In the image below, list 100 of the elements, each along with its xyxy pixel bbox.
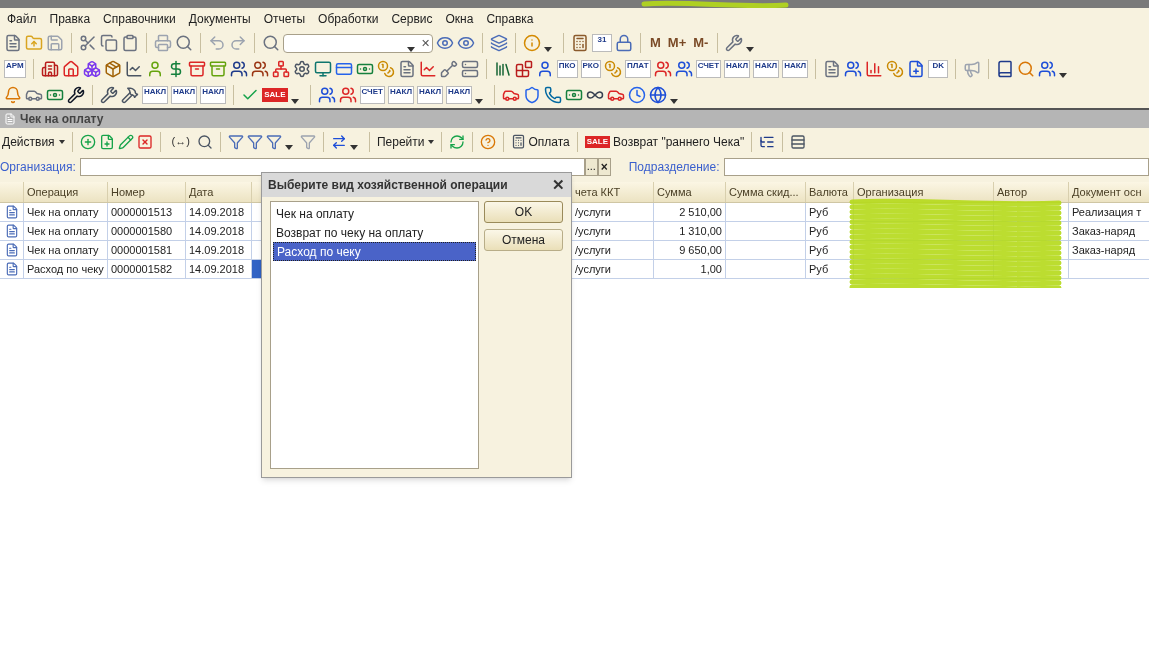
ok-button[interactable]: OK <box>484 201 563 223</box>
tool-icon[interactable] <box>67 86 85 104</box>
scissors-icon[interactable] <box>79 34 97 52</box>
hammer-icon[interactable] <box>121 86 139 104</box>
people-icon[interactable] <box>338 86 357 104</box>
list-item[interactable]: Чек на оплату <box>273 204 476 223</box>
return-button[interactable]: SALE Возврат "раннего Чека" <box>584 132 745 151</box>
house-icon[interactable] <box>61 60 80 78</box>
search-icon[interactable] <box>175 34 193 52</box>
caret-icon[interactable] <box>544 46 552 52</box>
pencil-icon[interactable] <box>117 133 134 150</box>
sale-button[interactable]: SALE <box>262 88 288 102</box>
shield-icon[interactable] <box>523 86 542 104</box>
add-icon[interactable] <box>79 133 96 150</box>
document-icon[interactable] <box>397 60 416 78</box>
toolbar-button[interactable]: НАКЛ <box>142 86 169 104</box>
menu-item[interactable]: Обработки <box>318 10 379 28</box>
menu-item[interactable]: Документы <box>188 10 251 28</box>
menu-button[interactable]: Перейти <box>376 132 435 151</box>
cancel-button[interactable]: Отмена <box>484 229 563 251</box>
coins-icon[interactable] <box>376 60 395 78</box>
caret-icon[interactable] <box>349 145 358 150</box>
close-button[interactable]: ✕ <box>552 173 565 197</box>
column-header[interactable]: Валюта <box>809 183 848 201</box>
building-icon[interactable] <box>40 60 59 78</box>
save-icon[interactable] <box>46 34 64 52</box>
toolbar-button[interactable]: M- <box>691 33 711 53</box>
list-item[interactable]: Расход по чеку <box>273 242 476 261</box>
toolbar-button[interactable]: ПКО <box>556 60 578 78</box>
clock-icon[interactable] <box>628 86 647 104</box>
filter-icon[interactable] <box>246 133 263 150</box>
copy-icon[interactable] <box>100 34 118 52</box>
books-icon[interactable] <box>493 60 512 78</box>
menu-item[interactable]: Сервис <box>391 10 433 28</box>
toolbar-button[interactable]: НАКЛ <box>387 86 414 104</box>
list-item[interactable]: Возврат по чеку на оплату <box>273 223 476 242</box>
menu-item[interactable]: Окна <box>445 10 474 28</box>
toolbar-button[interactable]: 31 <box>592 34 612 52</box>
column-header[interactable]: Сумма скид... <box>729 183 799 201</box>
menu-item[interactable]: Отчеты <box>263 10 306 28</box>
clear-icon[interactable]: ✕ <box>419 34 432 52</box>
delete-icon[interactable] <box>136 133 153 150</box>
column-header[interactable]: Дата <box>189 183 214 201</box>
menu-item[interactable]: Справочники <box>103 10 176 28</box>
toolbar-button[interactable]: (↔) <box>167 133 194 150</box>
toolbar-button[interactable]: АРМ <box>4 60 26 78</box>
toolbar-button[interactable]: M+ <box>665 33 689 53</box>
printer-icon[interactable] <box>154 34 172 52</box>
people-icon[interactable] <box>317 86 336 104</box>
menu-item[interactable]: Справка <box>486 10 534 28</box>
column-header[interactable]: чета ККТ <box>575 183 621 201</box>
document-icon[interactable] <box>823 60 842 78</box>
people-icon[interactable] <box>229 60 248 78</box>
help-icon[interactable] <box>480 133 497 150</box>
megaphone-icon[interactable] <box>963 60 982 78</box>
menu-item[interactable]: Правка <box>49 10 91 28</box>
redo-icon[interactable] <box>229 34 247 52</box>
bell-icon[interactable] <box>4 86 22 104</box>
caret-icon[interactable] <box>407 46 415 52</box>
gear-icon[interactable] <box>292 60 311 78</box>
toolbar-button[interactable]: НАКЛ <box>782 60 809 78</box>
column-header[interactable]: Документ осн <box>1072 183 1142 201</box>
caret-icon[interactable] <box>746 46 755 52</box>
filter-icon[interactable] <box>227 133 244 150</box>
chart-icon[interactable] <box>124 60 143 78</box>
toolbar-button[interactable]: НАКЛ <box>417 86 444 104</box>
column-header[interactable]: Автор <box>997 183 1028 201</box>
search-field[interactable]: ✕ <box>283 33 433 53</box>
drawer-icon[interactable] <box>187 60 206 78</box>
column-header[interactable]: Организация <box>857 183 924 201</box>
tools-icon[interactable] <box>100 86 118 104</box>
pay-button[interactable]: Оплата <box>511 132 570 151</box>
document-icon[interactable] <box>4 34 22 52</box>
caret-icon[interactable] <box>1059 72 1068 78</box>
people-icon[interactable] <box>1038 60 1057 78</box>
wrench-icon[interactable] <box>725 34 744 52</box>
refresh-icon[interactable] <box>449 133 466 150</box>
caret-icon[interactable] <box>475 98 484 104</box>
document-icon[interactable] <box>907 60 926 78</box>
bar-chart-icon[interactable] <box>865 60 884 78</box>
globe-icon[interactable] <box>649 86 668 104</box>
book-icon[interactable] <box>996 60 1015 78</box>
monitor-icon[interactable] <box>313 60 332 78</box>
toolbar-button[interactable]: НАКЛ <box>753 60 780 78</box>
caret-icon[interactable] <box>670 98 679 104</box>
people-icon[interactable] <box>844 60 863 78</box>
toolbar-button[interactable]: СЧЕТ <box>695 60 722 78</box>
search-icon[interactable] <box>196 133 213 150</box>
toolbar-button[interactable]: M <box>648 33 663 53</box>
hierarchy-icon[interactable] <box>271 60 290 78</box>
list-icon[interactable] <box>790 133 807 150</box>
department-field[interactable] <box>723 157 1149 176</box>
coins-icon[interactable] <box>604 60 622 78</box>
copy-document-icon[interactable] <box>98 133 115 150</box>
clipboard-icon[interactable] <box>121 34 139 52</box>
people-icon[interactable] <box>250 60 269 78</box>
blocks-icon[interactable] <box>514 60 533 78</box>
column-header[interactable]: Номер <box>111 183 145 201</box>
coins-icon[interactable] <box>886 60 905 78</box>
search-icon[interactable] <box>262 34 280 52</box>
